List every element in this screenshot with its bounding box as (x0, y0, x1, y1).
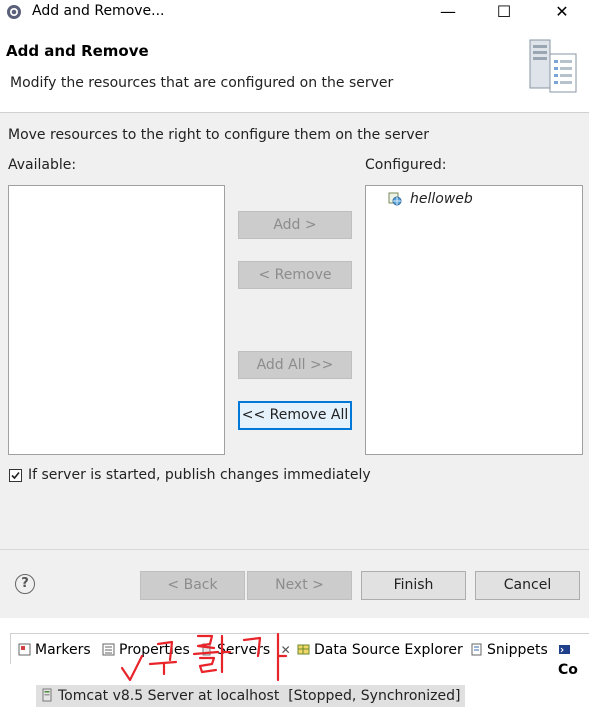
server-banner-icon (529, 39, 577, 93)
available-list[interactable] (8, 185, 225, 455)
tab-label: Snippets (487, 642, 548, 658)
close-button[interactable]: ✕ (539, 0, 585, 24)
maximize-button[interactable]: ☐ (481, 0, 527, 24)
tab-markers[interactable]: Markers (18, 640, 91, 660)
console-icon (559, 645, 570, 654)
configured-item-label: helloweb (410, 191, 473, 207)
window-title: Add and Remove... (32, 3, 165, 19)
next-button[interactable]: Next > (247, 571, 352, 600)
markers-icon (18, 643, 31, 656)
back-button[interactable]: < Back (140, 571, 245, 600)
tab-label: Data Source Explorer (314, 642, 463, 658)
tab-label: Markers (35, 642, 91, 658)
available-label: Available: (8, 157, 77, 173)
configured-label: Configured: (365, 157, 447, 173)
tab-properties[interactable]: Properties (102, 640, 190, 660)
tab-label: Co (558, 662, 578, 678)
properties-icon (102, 643, 115, 656)
minimize-button[interactable]: — (425, 0, 471, 24)
remove-button[interactable]: < Remove (238, 261, 352, 289)
data-source-icon (297, 644, 310, 655)
publish-checkbox[interactable] (9, 469, 22, 482)
add-button[interactable]: Add > (238, 211, 352, 239)
remove-all-button[interactable]: << Remove All (238, 401, 352, 430)
server-entry-label: Tomcat v8.5 Server at localhost [Stopped… (58, 688, 461, 704)
finish-button[interactable]: Finish (361, 571, 466, 600)
close-tab-icon[interactable]: ✕ (281, 643, 291, 657)
tab-snippets[interactable]: Snippets (470, 640, 548, 660)
tab-console[interactable]: Co (558, 640, 589, 678)
tab-servers[interactable]: Servers ✕ (200, 640, 291, 660)
tab-data-source-explorer[interactable]: Data Source Explorer (297, 640, 463, 660)
help-icon[interactable]: ? (15, 574, 35, 594)
server-list-item[interactable]: Tomcat v8.5 Server at localhost [Stopped… (36, 685, 465, 707)
tab-label: Servers (217, 642, 271, 658)
add-all-button[interactable]: Add All >> (238, 351, 352, 379)
servers-icon (202, 643, 211, 656)
cancel-button[interactable]: Cancel (475, 571, 580, 600)
snippets-icon (471, 643, 482, 656)
tomcat-server-icon (42, 688, 52, 702)
publish-checkbox-label[interactable]: If server is started, publish changes im… (28, 467, 371, 483)
eclipse-gear-icon (7, 5, 21, 19)
tab-label: Properties (119, 642, 190, 658)
dialog-description: Modify the resources that are configured… (10, 75, 394, 91)
dialog-title: Add and Remove (6, 42, 149, 60)
configured-list[interactable]: helloweb (365, 185, 583, 455)
checkmark-icon (11, 471, 20, 480)
instruction-text: Move resources to the right to configure… (8, 127, 429, 143)
web-project-icon (388, 192, 402, 206)
